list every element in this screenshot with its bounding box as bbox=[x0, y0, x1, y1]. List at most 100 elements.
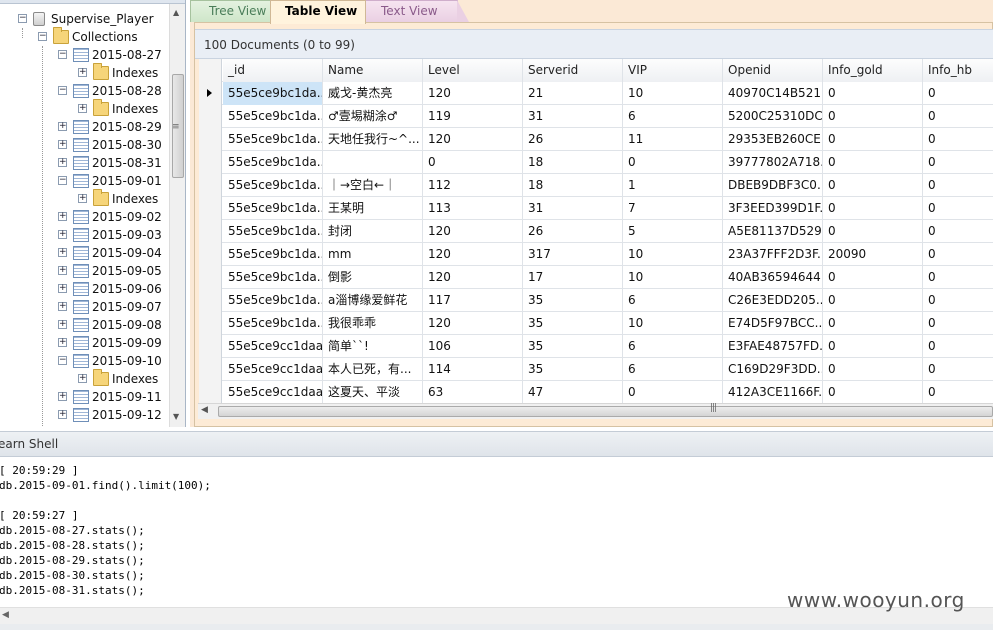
table-cell[interactable]: E3FAE48757FD... bbox=[723, 335, 823, 358]
table-cell[interactable]: 55e5ce9cc1daa... bbox=[223, 381, 323, 404]
row-header[interactable] bbox=[199, 174, 222, 197]
shell-output[interactable]: [ 20:59:29 ] db.2015-09-01.find().limit(1… bbox=[0, 457, 993, 607]
table-cell[interactable]: A5E81137D529... bbox=[723, 220, 823, 243]
column-header[interactable]: Openid bbox=[723, 59, 823, 82]
table-cell[interactable]: 55e5ce9bc1da... bbox=[223, 151, 323, 174]
tree-node-folder[interactable]: + Indexes bbox=[0, 99, 168, 118]
table-row[interactable]: 55e5ce9bc1da... 我很乖乖 120 35 10 E74D5F97BCC...… bbox=[199, 312, 993, 335]
table-cell[interactable]: 18 bbox=[523, 151, 623, 174]
table-cell[interactable]: 威戈-黄杰亮 bbox=[323, 82, 423, 105]
table-cell[interactable]: 55e5ce9bc1da... bbox=[223, 220, 323, 243]
table-cell[interactable]: 5200C25310DC... bbox=[723, 105, 823, 128]
tree-node-collection[interactable]: +2015-08-29 bbox=[0, 118, 168, 136]
tree-node-collection[interactable]: +2015-09-07 bbox=[0, 298, 168, 316]
scroll-left-arrow-icon[interactable]: ◀ bbox=[201, 405, 208, 415]
table-cell[interactable]: 我很乖乖 bbox=[323, 312, 423, 335]
scroll-up-arrow-icon[interactable]: ▲ bbox=[173, 8, 179, 17]
table-scroll-thumb[interactable] bbox=[218, 406, 993, 417]
table-cell[interactable]: 5 bbox=[623, 220, 723, 243]
table-cell[interactable]: 120 bbox=[423, 128, 523, 151]
table-cell[interactable]: 3F3EED399D1F... bbox=[723, 197, 823, 220]
row-header[interactable] bbox=[199, 312, 222, 335]
table-cell[interactable]: 18 bbox=[523, 174, 623, 197]
column-header[interactable]: Serverid bbox=[523, 59, 623, 82]
tree-node-database[interactable]: − Supervise_Player bbox=[0, 10, 168, 28]
table-cell[interactable]: C169D29F3DD... bbox=[723, 358, 823, 381]
collapse-icon[interactable]: − bbox=[18, 14, 27, 23]
expand-icon[interactable]: + bbox=[58, 392, 67, 401]
table-cell[interactable]: 35 bbox=[523, 312, 623, 335]
table-cell[interactable]: 31 bbox=[523, 197, 623, 220]
tree-node-collection[interactable]: +2015-09-06 bbox=[0, 280, 168, 298]
table-cell[interactable]: 29353EB260CE... bbox=[723, 128, 823, 151]
row-header[interactable] bbox=[199, 197, 222, 220]
table-cell[interactable]: 317 bbox=[523, 243, 623, 266]
table-cell[interactable]: 0 bbox=[423, 151, 523, 174]
table-cell[interactable]: 0 bbox=[823, 151, 923, 174]
table-cell[interactable]: 0 bbox=[923, 197, 993, 220]
table-cell[interactable]: 0 bbox=[923, 266, 993, 289]
table-cell[interactable]: 0 bbox=[923, 243, 993, 266]
collapse-icon[interactable]: − bbox=[38, 32, 47, 41]
table-cell[interactable]: 这夏天、平淡 bbox=[323, 381, 423, 404]
expand-icon[interactable]: + bbox=[78, 104, 87, 113]
column-header[interactable]: Level bbox=[423, 59, 523, 82]
expand-icon[interactable]: + bbox=[58, 158, 67, 167]
expand-icon[interactable]: + bbox=[58, 248, 67, 257]
expand-icon[interactable]: + bbox=[78, 374, 87, 383]
tree-node-collection[interactable]: +2015-09-05 bbox=[0, 262, 168, 280]
table-cell[interactable]: 0 bbox=[823, 266, 923, 289]
collapse-icon[interactable]: − bbox=[58, 86, 67, 95]
table-cell[interactable]: 55e5ce9bc1da... bbox=[223, 197, 323, 220]
table-row[interactable]: 55e5ce9bc1da... 天地任我行~^... 120 26 11 29353EB2… bbox=[199, 128, 993, 151]
table-cell[interactable]: 0 bbox=[623, 381, 723, 404]
table-cell[interactable]: 0 bbox=[923, 151, 993, 174]
table-cell[interactable]: 王某明 bbox=[323, 197, 423, 220]
table-cell[interactable]: 6 bbox=[623, 105, 723, 128]
table-cell[interactable]: 35 bbox=[523, 335, 623, 358]
tree-node-folder[interactable]: − Collections bbox=[0, 27, 168, 46]
table-cell[interactable]: 0 bbox=[823, 335, 923, 358]
row-header[interactable] bbox=[199, 220, 222, 243]
table-cell[interactable]: 112 bbox=[423, 174, 523, 197]
tree-node-collection[interactable]: − 2015-09-01 bbox=[0, 172, 168, 190]
tree-node-collection[interactable]: +2015-09-11 bbox=[0, 388, 168, 406]
tree-node-folder[interactable]: + Indexes bbox=[0, 189, 168, 208]
column-header[interactable]: Info_hb bbox=[923, 59, 993, 82]
table-cell[interactable]: C26E3EDD205... bbox=[723, 289, 823, 312]
tree-node-folder[interactable]: + Indexes bbox=[0, 63, 168, 82]
tab-tree-view[interactable]: Tree View bbox=[190, 0, 276, 22]
table-cell[interactable]: 0 bbox=[823, 197, 923, 220]
table-cell[interactable]: 0 bbox=[823, 358, 923, 381]
expand-icon[interactable]: + bbox=[58, 266, 67, 275]
row-header[interactable] bbox=[199, 128, 222, 151]
table-cell[interactable]: 55e5ce9bc1da... bbox=[223, 128, 323, 151]
table-cell[interactable]: 0 bbox=[823, 312, 923, 335]
table-cell[interactable]: 0 bbox=[923, 358, 993, 381]
table-cell[interactable]: 0 bbox=[823, 105, 923, 128]
collapse-icon[interactable]: − bbox=[58, 356, 67, 365]
table-cell[interactable]: 0 bbox=[923, 174, 993, 197]
table-cell[interactable]: 封闭 bbox=[323, 220, 423, 243]
table-cell[interactable]: 119 bbox=[423, 105, 523, 128]
table-cell[interactable]: 6 bbox=[623, 335, 723, 358]
row-header[interactable] bbox=[199, 289, 222, 312]
table-cell[interactable]: 120 bbox=[423, 82, 523, 105]
table-cell[interactable]: 26 bbox=[523, 128, 623, 151]
table-cell[interactable]: 39777802A718... bbox=[723, 151, 823, 174]
table-cell[interactable]: 55e5ce9cc1daa... bbox=[223, 335, 323, 358]
table-cell[interactable]: 20090 bbox=[823, 243, 923, 266]
column-header[interactable]: Info_gold bbox=[823, 59, 923, 82]
tree-node-collection[interactable]: − 2015-08-27 bbox=[0, 46, 168, 64]
table-cell[interactable] bbox=[323, 151, 423, 174]
table-cell[interactable]: 1 bbox=[623, 174, 723, 197]
table-cell[interactable]: 6 bbox=[623, 358, 723, 381]
table-cell[interactable]: 113 bbox=[423, 197, 523, 220]
table-horizontal-scrollbar[interactable]: ◀ ||| bbox=[198, 403, 993, 419]
table-cell[interactable]: 0 bbox=[923, 220, 993, 243]
table-cell[interactable]: 35 bbox=[523, 358, 623, 381]
table-row[interactable]: 55e5ce9cc1daa...简单``!106356E3FAE48757FD.… bbox=[199, 335, 993, 358]
table-row[interactable]: 55e5ce9bc1da... 封闭 120 26 5 A5E81137D529... 0 0 bbox=[199, 220, 993, 243]
table-cell[interactable]: 0 bbox=[823, 220, 923, 243]
tree-vertical-scrollbar[interactable]: ▲ ≡ ▼ bbox=[169, 4, 185, 427]
